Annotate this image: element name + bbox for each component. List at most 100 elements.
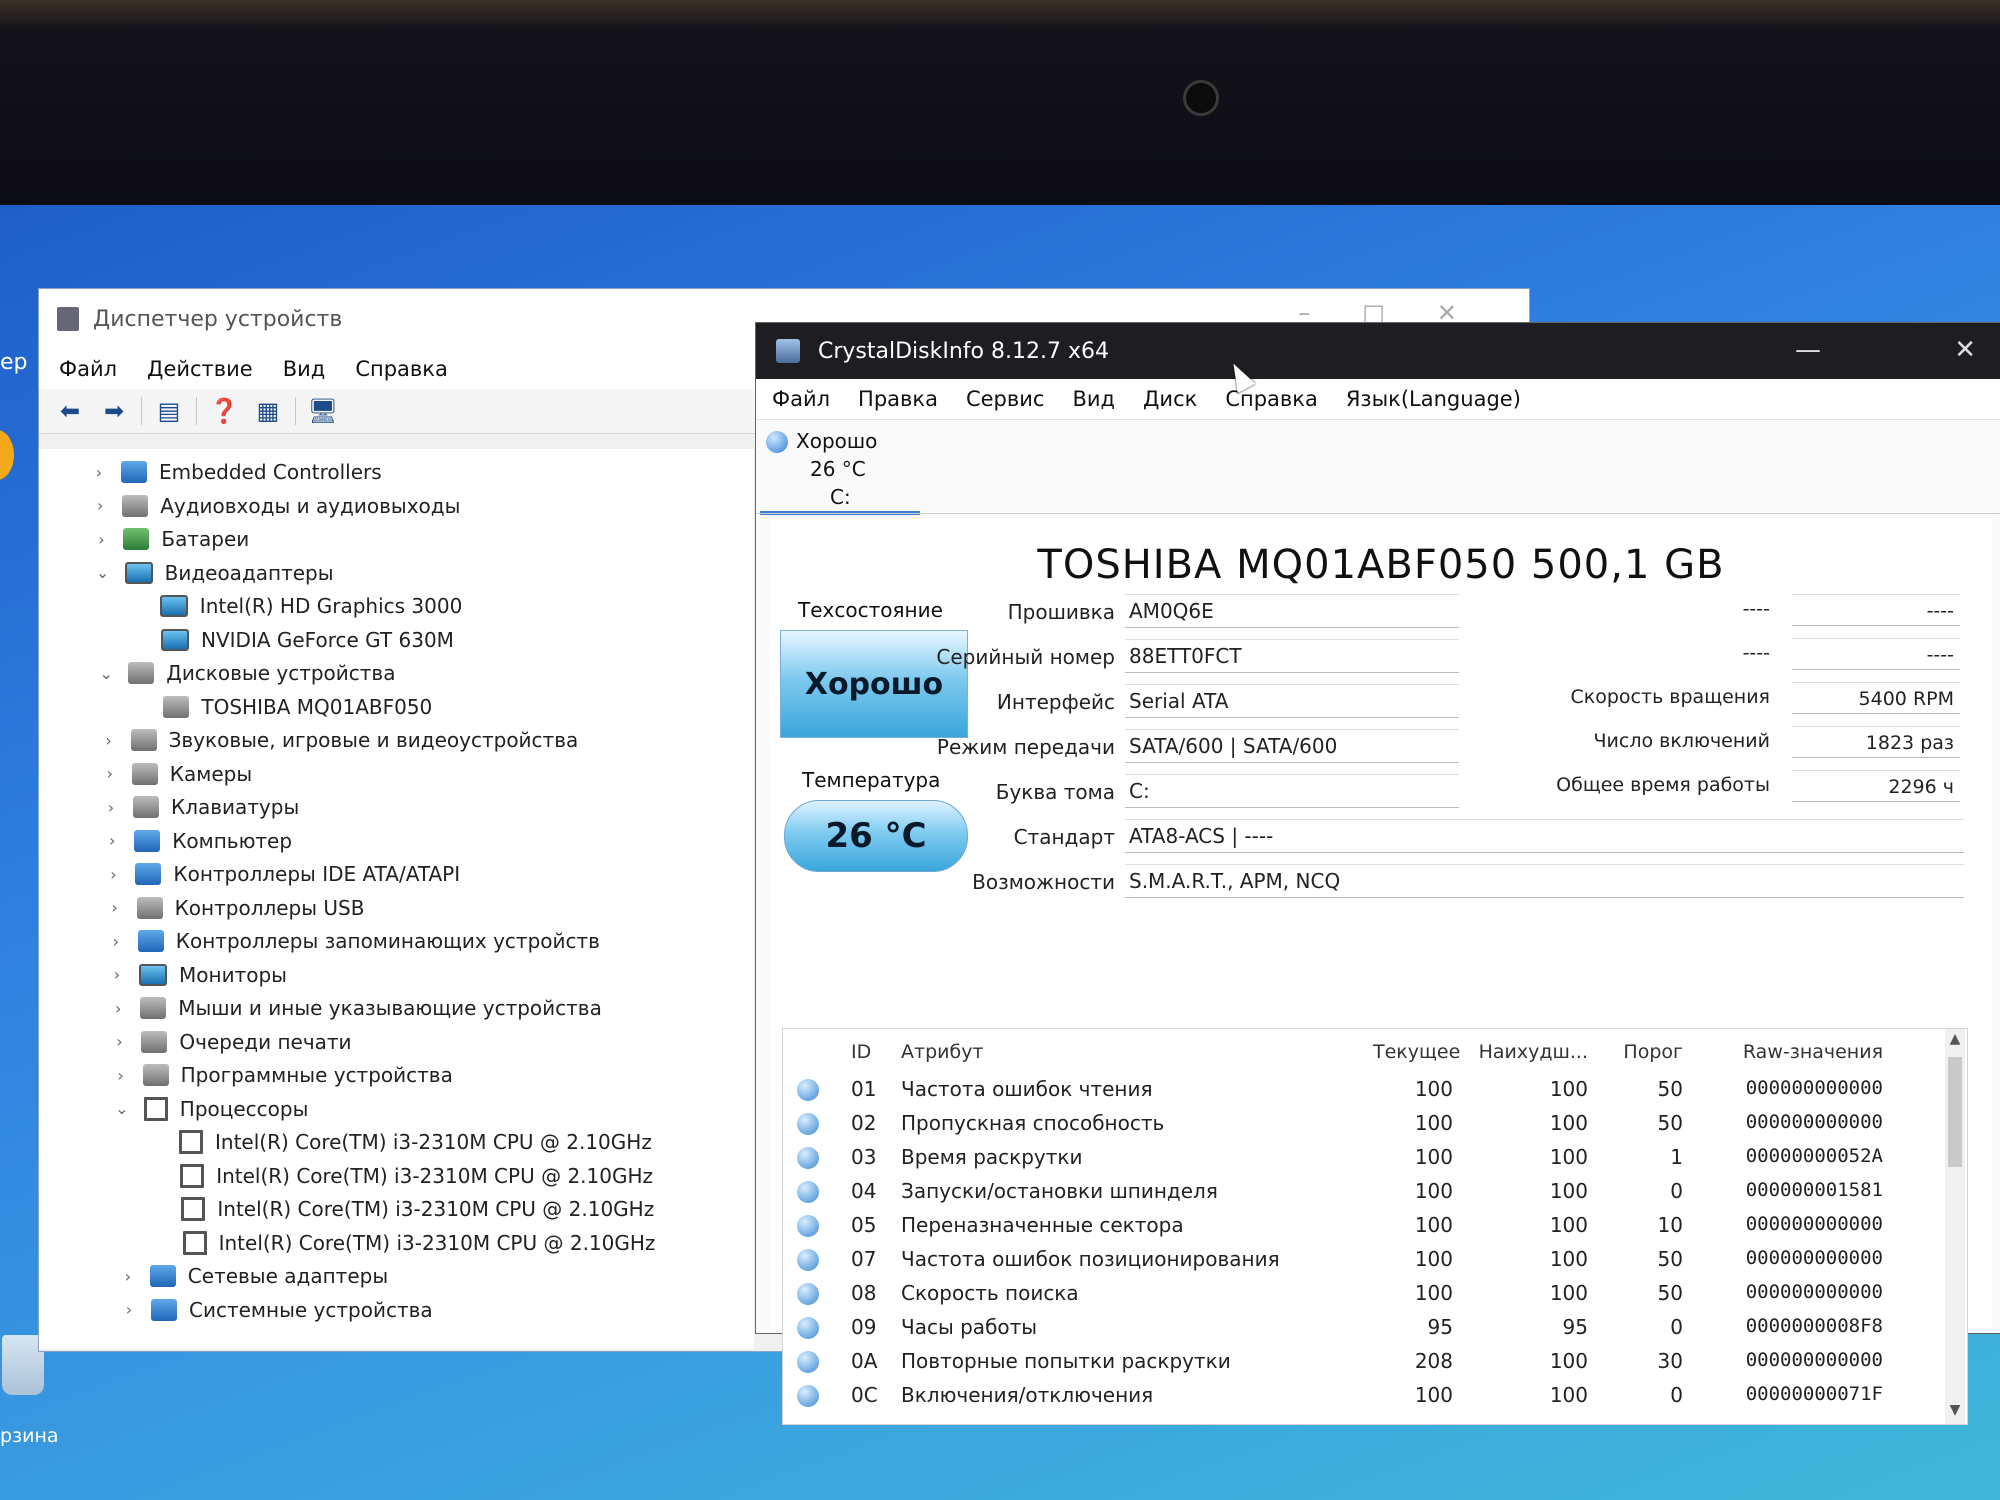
chevron-right-icon[interactable]: › <box>93 530 109 549</box>
menu-disk[interactable]: Диск <box>1143 387 1197 411</box>
speaker-icon <box>122 494 149 517</box>
monitor-icon[interactable]: 🖥 <box>306 396 340 426</box>
menu-language[interactable]: Язык(Language) <box>1346 387 1521 411</box>
chevron-down-icon[interactable]: ⌄ <box>98 664 114 683</box>
smart-threshold: 10 <box>1657 1213 1683 1237</box>
chevron-right-icon[interactable]: › <box>102 764 118 783</box>
menu-file[interactable]: Файл <box>59 357 117 381</box>
col-attribute-header[interactable]: Атрибут <box>901 1041 984 1063</box>
chevron-right-icon[interactable]: › <box>101 731 117 750</box>
smart-row[interactable]: 08 Скорость поиска 100 100 50 000000000000 <box>783 1277 1967 1311</box>
tree-category[interactable]: › Компьютер <box>104 826 292 856</box>
menu-view[interactable]: Вид <box>283 357 326 381</box>
forward-icon[interactable]: ➡ <box>97 396 131 426</box>
tree-category[interactable]: › Системные устройства <box>121 1295 433 1325</box>
toolbar-separator <box>295 397 296 425</box>
chevron-right-icon[interactable]: › <box>107 898 123 917</box>
tree-device[interactable]: Intel(R) Core(TM) i3-2310M CPU @ 2.10GHz <box>149 1127 652 1157</box>
chevron-down-icon[interactable]: ⌄ <box>114 1099 130 1118</box>
tree-category[interactable]: › Embedded Controllers <box>91 457 382 487</box>
chevron-right-icon[interactable]: › <box>108 932 124 951</box>
disk-info-panel: TOSHIBA MQ01ABF050 500,1 GB Техсостояние… <box>770 518 1992 1425</box>
status-dot-icon <box>797 1215 819 1237</box>
tree-category[interactable]: › Камеры <box>102 759 253 789</box>
interface-value: Serial ATA <box>1125 684 1459 718</box>
tree-category[interactable]: › Мониторы <box>109 960 287 990</box>
tree-category[interactable]: › Клавиатуры <box>103 792 299 822</box>
tree-category[interactable]: › Звуковые, игровые и видеоустройства <box>101 725 578 755</box>
tree-device[interactable]: Intel(R) Core(TM) i3-2310M CPU @ 2.10GHz <box>150 1161 653 1191</box>
menu-service[interactable]: Сервис <box>966 387 1044 411</box>
tree-item-label: Intel(R) Core(TM) i3-2310M CPU @ 2.10GHz <box>218 1230 656 1255</box>
tree-device[interactable]: Intel(R) Core(TM) i3-2310M CPU @ 2.10GHz <box>153 1228 656 1258</box>
chevron-right-icon[interactable]: › <box>105 865 121 884</box>
smart-row[interactable]: 0A Повторные попытки раскрутки 208 100 30 000… <box>783 1345 1967 1379</box>
tree-category[interactable]: › Очереди печати <box>111 1027 351 1057</box>
view-icon[interactable]: ▦ <box>251 396 285 426</box>
smart-id: 09 <box>851 1315 877 1339</box>
chevron-right-icon[interactable]: › <box>120 1267 136 1286</box>
tree-category[interactable]: › Программные устройства <box>113 1060 452 1090</box>
tree-category[interactable]: › Аудиовходы и аудиовыходы <box>92 491 460 521</box>
minimize-button[interactable]: — <box>1795 335 1821 365</box>
scroll-down-icon[interactable]: ▼ <box>1945 1402 1965 1422</box>
tree-category[interactable]: › Сетевые адаптеры <box>120 1261 389 1291</box>
tree-device[interactable]: Intel(R) Core(TM) i3-2310M CPU @ 2.10GHz <box>151 1194 654 1224</box>
smart-row[interactable]: 01 Частота ошибок чтения 100 100 50 000000000… <box>783 1073 1967 1107</box>
smart-row[interactable]: 09 Часы работы 95 95 0 0000000008F8 <box>783 1311 1967 1345</box>
smart-row[interactable]: 04 Запуски/остановки шпинделя 100 100 0 00000… <box>783 1175 1967 1209</box>
cpu-icon <box>181 1197 206 1221</box>
disk-model: TOSHIBA MQ01ABF050 500,1 GB <box>1037 542 1725 588</box>
smart-current: 100 <box>1414 1179 1453 1203</box>
cpu-icon <box>182 1230 207 1255</box>
smart-row[interactable]: 05 Переназначенные сектора 100 100 10 0000000… <box>783 1209 1967 1243</box>
chevron-right-icon[interactable]: › <box>92 496 108 515</box>
tree-category[interactable]: ⌄ Дисковые устройства <box>98 658 395 688</box>
disk-tab-c[interactable]: Хорошо 26 °C C: <box>760 423 920 515</box>
smart-current: 100 <box>1414 1077 1453 1101</box>
smart-threshold: 50 <box>1657 1281 1683 1305</box>
status-dot-icon <box>797 1147 819 1169</box>
properties-icon[interactable]: ▤ <box>152 396 186 426</box>
back-icon[interactable]: ⬅ <box>53 396 87 426</box>
smart-row[interactable]: 03 Время раскрутки 100 100 1 00000000052A <box>783 1141 1967 1175</box>
help-icon[interactable]: ❓ <box>207 396 241 426</box>
tree-category[interactable]: ⌄ Процессоры <box>114 1094 308 1124</box>
tree-category[interactable]: › Контроллеры IDE ATA/ATAPI <box>105 859 460 889</box>
scroll-up-icon[interactable]: ▲ <box>1945 1031 1965 1051</box>
chevron-right-icon[interactable]: › <box>91 463 107 482</box>
crystaldiskinfo-titlebar[interactable]: CrystalDiskInfo 8.12.7 x64 — ✕ <box>756 323 2000 379</box>
col-raw-header[interactable]: Raw-значения <box>1723 1041 1883 1063</box>
smart-row[interactable]: 07 Частота ошибок позиционирования 100 100 5… <box>783 1243 1967 1277</box>
tree-category[interactable]: › Батареи <box>93 524 249 554</box>
col-id-header[interactable]: ID <box>851 1041 871 1063</box>
smart-threshold: 50 <box>1657 1077 1683 1101</box>
tree-category[interactable]: › Контроллеры запоминающих устройств <box>108 926 600 956</box>
menu-help[interactable]: Справка <box>355 357 448 381</box>
chevron-down-icon[interactable]: ⌄ <box>95 563 111 582</box>
menu-view[interactable]: Вид <box>1072 387 1115 411</box>
tree-category[interactable]: ⌄ Видеоадаптеры <box>95 558 334 588</box>
tree-category[interactable]: › Мыши и иные указывающие устройства <box>110 993 602 1023</box>
chevron-right-icon[interactable]: › <box>103 798 119 817</box>
chevron-right-icon[interactable]: › <box>111 1032 127 1051</box>
chevron-right-icon[interactable]: › <box>109 965 125 984</box>
menu-edit[interactable]: Правка <box>858 387 938 411</box>
tree-device[interactable]: Intel(R) HD Graphics 3000 <box>130 591 462 621</box>
chevron-right-icon[interactable]: › <box>113 1066 129 1085</box>
menu-action[interactable]: Действие <box>147 357 253 381</box>
menu-file[interactable]: Файл <box>772 387 830 411</box>
smart-row[interactable]: 0C Включения/отключения 100 100 0 00000000071… <box>783 1379 1967 1413</box>
chevron-right-icon[interactable]: › <box>121 1300 137 1319</box>
scrollbar-thumb[interactable] <box>1948 1057 1962 1167</box>
col-current-header[interactable]: Текущее <box>1373 1041 1460 1063</box>
chevron-right-icon[interactable]: › <box>104 831 120 850</box>
tree-device[interactable]: TOSHIBA MQ01ABF050 <box>133 692 432 722</box>
close-button[interactable]: ✕ <box>1954 335 1976 365</box>
smart-row[interactable]: 02 Пропускная способность 100 100 50 00000000… <box>783 1107 1967 1141</box>
tree-category[interactable]: › Контроллеры USB <box>107 893 364 923</box>
col-threshold-header[interactable]: Порог <box>1613 1041 1683 1063</box>
chevron-right-icon[interactable]: › <box>110 999 126 1018</box>
col-worst-header[interactable]: Наихудш... <box>1473 1041 1588 1063</box>
tree-device[interactable]: NVIDIA GeForce GT 630M <box>131 625 454 655</box>
